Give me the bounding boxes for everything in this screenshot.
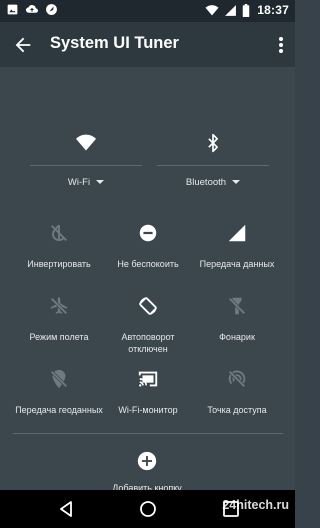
tile-cast[interactable]: Wi-Fi-монитор (99, 368, 197, 416)
divider (13, 433, 283, 434)
airplane-off-icon (50, 297, 68, 315)
wifi-icon (205, 4, 219, 15)
add-circle-icon (137, 451, 157, 471)
caret-down-icon (96, 180, 105, 185)
tile-cellular[interactable]: Передача данных (188, 222, 286, 270)
tile-label-invert: Инвертировать (27, 259, 91, 269)
status-left-icons (6, 3, 58, 16)
signal-icon (225, 4, 237, 16)
tile-airplane[interactable]: Режим полета (10, 295, 108, 343)
tile-divider (157, 165, 269, 166)
tile-label-dnd: Не беспокоить (117, 259, 179, 269)
quick-settings-panel (0, 67, 295, 490)
more-vert-icon[interactable] (273, 34, 289, 56)
caret-down-icon (232, 180, 241, 185)
invert-colors-icon (51, 224, 67, 242)
page-title: System UI Tuner (50, 34, 179, 52)
location-off-icon (50, 369, 68, 389)
cellular-icon (228, 224, 246, 242)
tile-label-rotation: Автоповорот отключен (121, 332, 175, 354)
add-tile-button[interactable]: Добавить кнопку (97, 450, 197, 493)
tile-label-airplane: Режим полета (29, 332, 89, 342)
status-time: 18:37 (257, 3, 289, 17)
navigation-icon (46, 4, 57, 15)
tile-dnd[interactable]: Не беспокоить (99, 222, 197, 270)
hotspot-off-icon (228, 370, 246, 388)
tile-flashlight[interactable]: Фонарик (188, 295, 286, 343)
nav-back-icon[interactable] (56, 499, 76, 519)
tile-label-cellular: Передача данных (199, 259, 275, 269)
tile-label-flashlight: Фонарик (219, 332, 255, 342)
tile-hotspot[interactable]: Точка доступа (188, 368, 286, 416)
app-bar: System UI Tuner (0, 22, 295, 67)
status-bar: 18:37 (0, 0, 295, 22)
tile-rotation[interactable]: Автоповорот отключен (99, 295, 197, 355)
wifi-dropdown[interactable]: Wi-Fi (30, 177, 142, 188)
arrow-back-icon[interactable] (12, 34, 34, 56)
cast-icon (138, 371, 158, 387)
nav-home-icon[interactable] (138, 499, 158, 519)
tile-divider (30, 165, 142, 166)
flashlight-off-icon (228, 297, 246, 315)
tile-bluetooth[interactable]: Bluetooth (157, 133, 269, 201)
tile-label-bluetooth: Bluetooth (185, 177, 227, 188)
tile-label-hotspot: Точка доступа (207, 405, 267, 415)
image-icon (7, 4, 18, 15)
battery-icon (243, 3, 250, 17)
tile-invert[interactable]: Инвертировать (10, 222, 108, 270)
screen-rotation-icon (139, 297, 157, 315)
cloud-upload-icon (25, 5, 38, 13)
tile-label-location: Передача геоданных (15, 405, 103, 415)
bluetooth-icon (208, 133, 218, 153)
status-right-icons: 18:37 (205, 3, 289, 17)
wifi-icon (76, 134, 96, 151)
tile-label-cast: Wi-Fi-монитор (118, 405, 178, 415)
do-not-disturb-icon (139, 224, 157, 242)
watermark: 24hitech.ru (222, 498, 289, 512)
bluetooth-dropdown[interactable]: Bluetooth (157, 177, 269, 188)
tile-wifi[interactable]: Wi-Fi (30, 133, 142, 201)
tile-label-wifi: Wi-Fi (67, 177, 91, 188)
tile-location[interactable]: Передача геоданных (10, 368, 108, 416)
